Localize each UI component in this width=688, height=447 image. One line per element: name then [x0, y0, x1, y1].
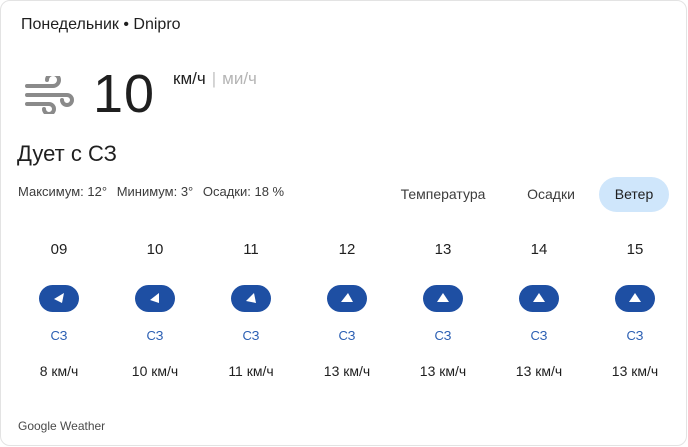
- wind-arrow-icon: [54, 293, 64, 303]
- min-temp: Минимум: 3°: [116, 184, 194, 199]
- wind-speed: 13 км/ч: [611, 363, 659, 379]
- wind-arrow-icon: [629, 293, 641, 302]
- hour-time: 15: [626, 241, 644, 258]
- wind-direction-pill: [135, 285, 175, 312]
- wind-speed: 11 км/ч: [228, 363, 274, 379]
- weather-card: Понедельник • Dnipro 10 км/ч | ми/ч Дует с…: [0, 0, 687, 446]
- current-wind-speed: 10: [93, 64, 156, 124]
- wind-direction-pill: [615, 285, 655, 312]
- hour-column: 12 СЗ 13 км/ч: [299, 239, 395, 381]
- unit-kmh-toggle[interactable]: км/ч: [173, 69, 206, 88]
- wind-direction-pill: [519, 285, 559, 312]
- hour-time: 12: [338, 241, 356, 258]
- wind-speed: 10 км/ч: [131, 363, 179, 379]
- wind-direction: СЗ: [434, 328, 452, 343]
- wind-direction-pill: [39, 285, 79, 312]
- location-day-title: Понедельник • Dnipro: [21, 16, 181, 33]
- hour-time: 10: [146, 241, 164, 258]
- hour-column: 15 СЗ 13 км/ч: [587, 239, 683, 381]
- tab-precipitation[interactable]: Осадки: [513, 177, 589, 212]
- precip-chance: Осадки: 18 %: [202, 184, 285, 199]
- wind-arrow-icon: [246, 293, 256, 303]
- hour-column: 13 СЗ 13 км/ч: [395, 239, 491, 381]
- wind-direction: СЗ: [338, 328, 356, 343]
- source-attribution[interactable]: Google Weather: [18, 419, 105, 433]
- hour-column: 10 СЗ 10 км/ч: [107, 239, 203, 381]
- hourly-forecast: 09 СЗ 8 км/ч 10 СЗ 10 км/ч 11 СЗ 11 км/ч…: [11, 239, 683, 389]
- hour-time: 09: [50, 241, 68, 258]
- hour-time: 11: [243, 241, 259, 258]
- wind-speed: 8 км/ч: [39, 363, 79, 379]
- hour-time: 14: [530, 241, 548, 258]
- wind-arrow-icon: [150, 293, 159, 303]
- hour-column: 14 СЗ 13 км/ч: [491, 239, 587, 381]
- wind-direction: СЗ: [50, 328, 68, 343]
- wind-icon: [25, 76, 74, 114]
- max-temp: Максимум: 12°: [18, 184, 108, 199]
- wind-direction-pill: [327, 285, 367, 312]
- unit-separator: |: [211, 69, 217, 88]
- wind-direction: СЗ: [242, 328, 260, 343]
- wind-direction: СЗ: [146, 328, 164, 343]
- hour-time: 13: [434, 241, 452, 258]
- wind-speed: 13 км/ч: [515, 363, 563, 379]
- hour-column: 09 СЗ 8 км/ч: [11, 239, 107, 381]
- daily-stats: Максимум: 12° Минимум: 3° Осадки: 18 %: [18, 184, 290, 199]
- unit-mph-toggle[interactable]: ми/ч: [222, 69, 257, 88]
- wind-direction: СЗ: [626, 328, 644, 343]
- tab-wind[interactable]: Ветер: [599, 177, 669, 212]
- tab-temperature[interactable]: Температура: [387, 177, 499, 212]
- unit-switch: км/ч | ми/ч: [173, 69, 257, 89]
- wind-speed: 13 км/ч: [323, 363, 371, 379]
- wind-arrow-icon: [341, 293, 353, 302]
- wind-direction: СЗ: [530, 328, 548, 343]
- wind-arrow-icon: [533, 293, 545, 302]
- wind-direction-pill: [231, 285, 271, 312]
- wind-direction-pill: [423, 285, 463, 312]
- wind-arrow-icon: [437, 293, 449, 302]
- wind-condition: Дует с СЗ: [17, 141, 117, 166]
- hour-column: 11 СЗ 11 км/ч: [203, 239, 299, 381]
- wind-speed: 13 км/ч: [419, 363, 467, 379]
